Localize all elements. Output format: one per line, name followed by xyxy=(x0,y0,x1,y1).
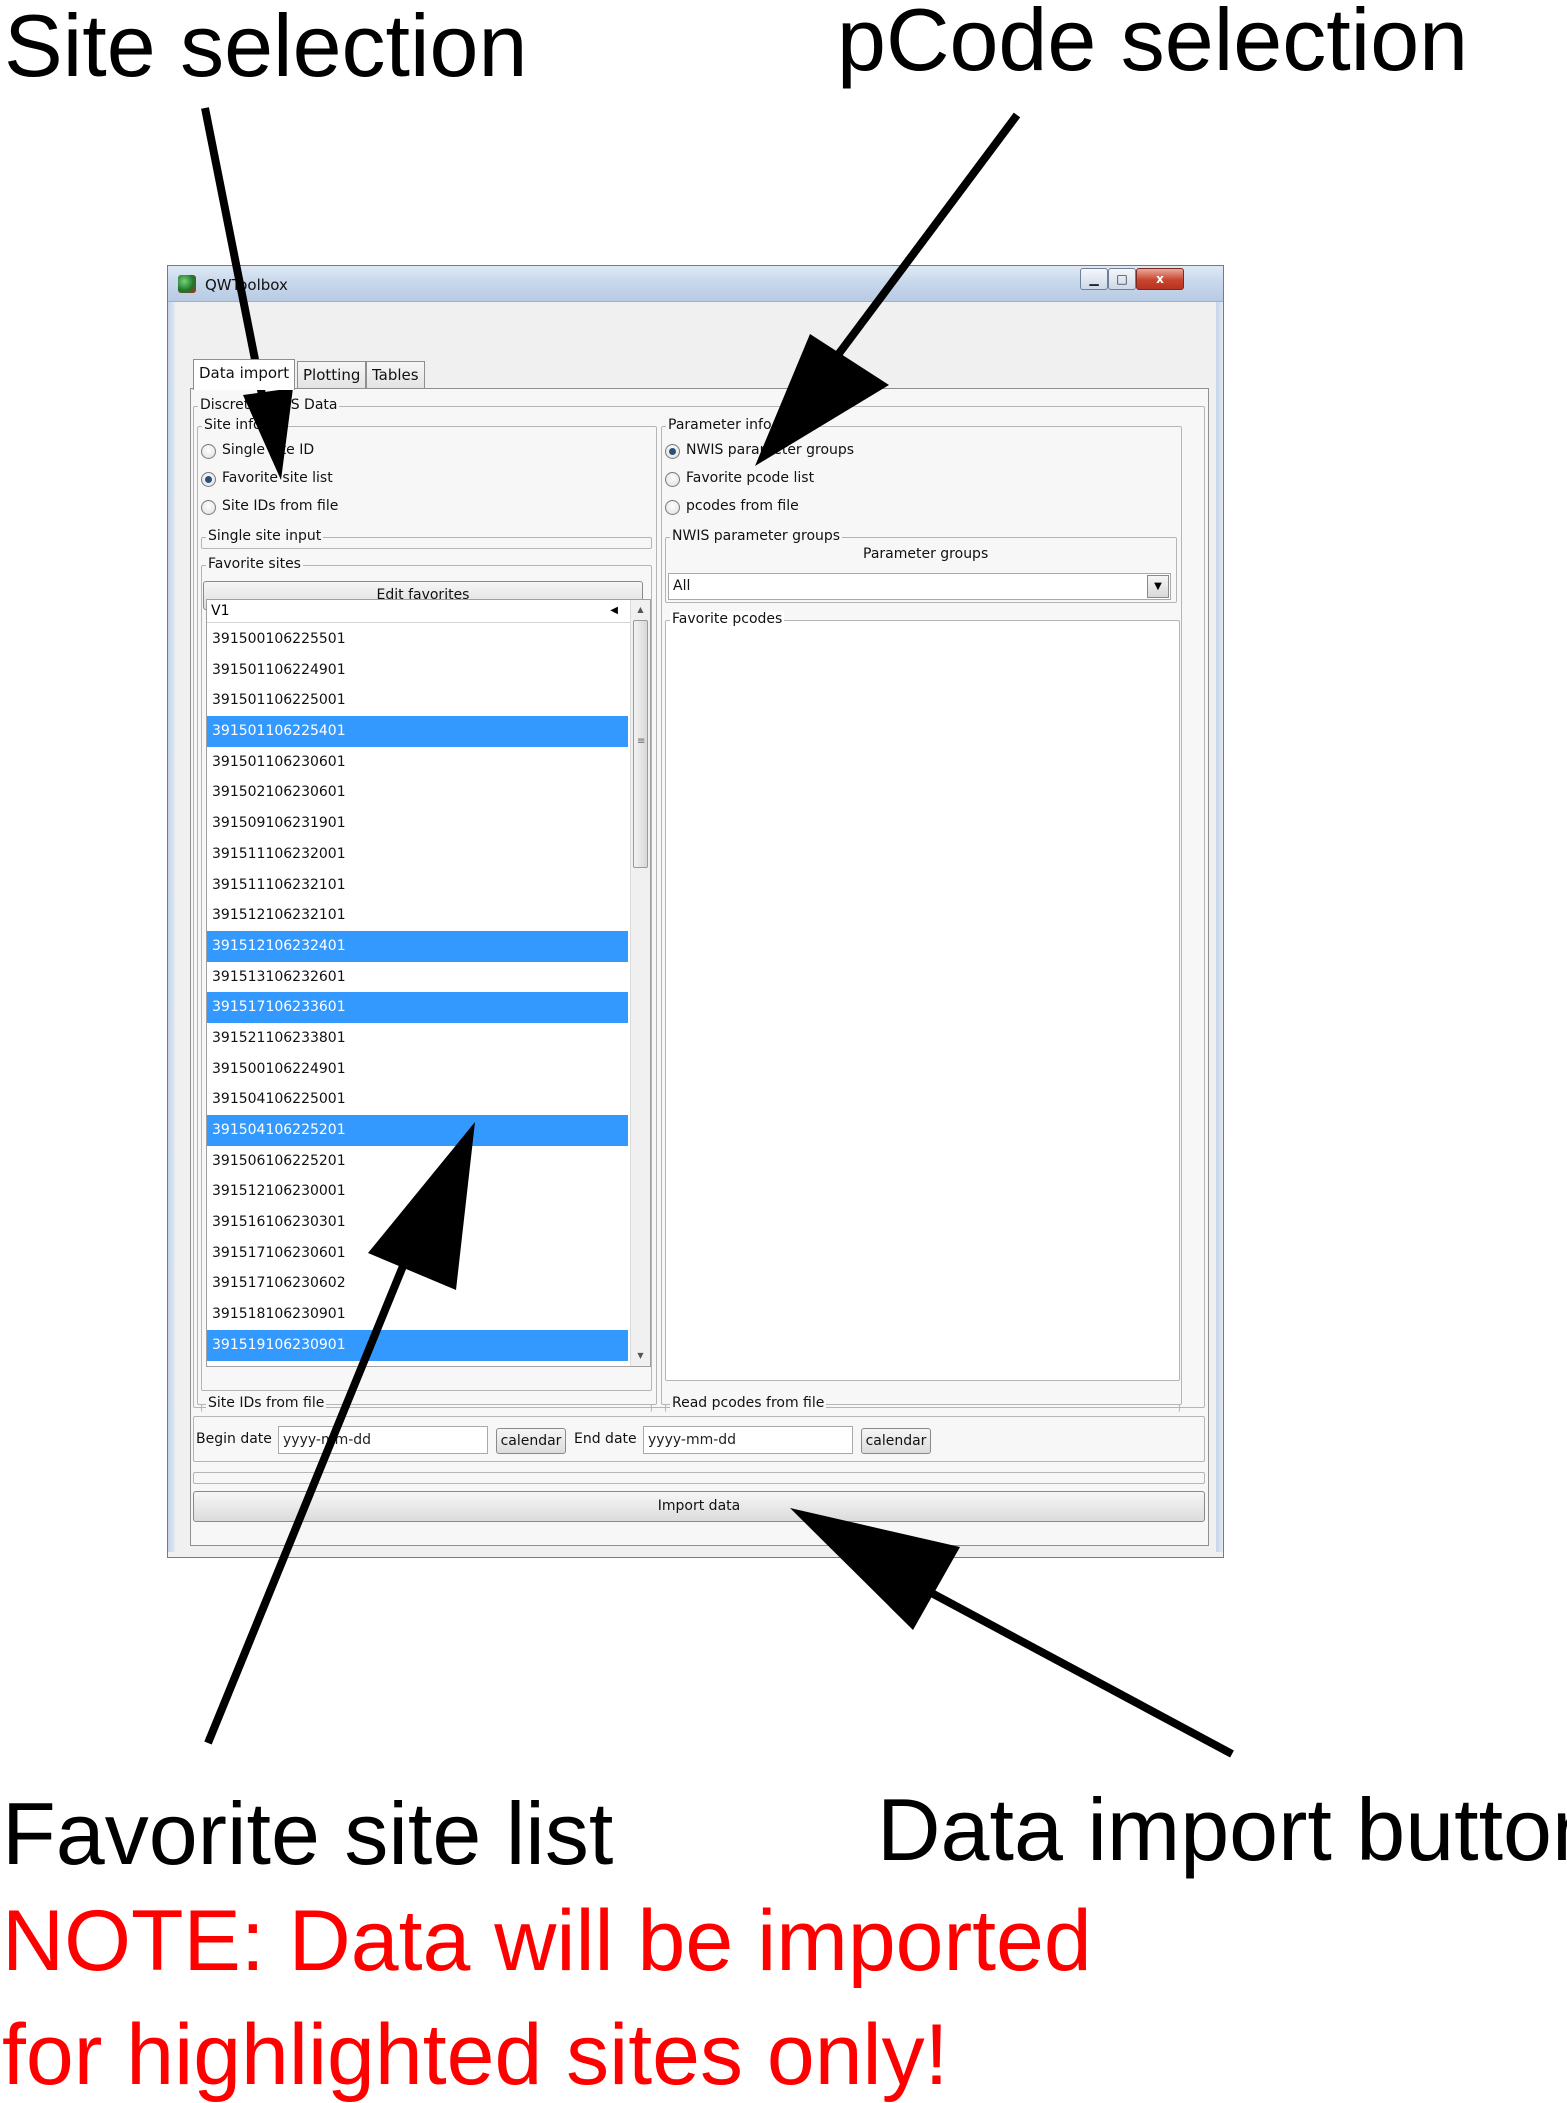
radio-favorite-pcode-list[interactable] xyxy=(665,472,680,487)
site-list-row[interactable]: 391513106232601 xyxy=(207,962,628,993)
column-header-label: V1 xyxy=(211,603,230,619)
begin-date-label: Begin date xyxy=(196,1431,272,1447)
chevron-down-icon[interactable]: ▼ xyxy=(1147,575,1169,598)
parameter-info-title: Parameter info xyxy=(666,417,774,433)
single-site-input-title: Single site input xyxy=(206,528,324,544)
site-list-row[interactable]: 391521106233801 xyxy=(207,1023,628,1054)
read-pcodes-from-file-group: Read pcodes from file xyxy=(665,1395,1180,1412)
site-list-row[interactable]: 391501106224901 xyxy=(207,655,628,686)
site-list-row[interactable]: 391501106225001 xyxy=(207,685,628,716)
site-list-row[interactable]: 391504106225201 xyxy=(207,1115,628,1146)
radio-label-site-ids-from-file[interactable]: Site IDs from file xyxy=(222,498,338,514)
site-list-row[interactable]: 391519106230901 xyxy=(207,1329,628,1361)
list-scrollbar[interactable]: ▲ ≡ ▼ xyxy=(630,600,650,1366)
separator-group xyxy=(193,1472,1205,1484)
radio-favorite-site-list[interactable] xyxy=(201,472,216,487)
window-title: QWToolbox xyxy=(205,276,288,294)
dates-group: Begin date calendar End date calendar xyxy=(193,1416,1205,1462)
callout-note-line-1: NOTE: Data will be imported xyxy=(2,1893,1092,1989)
callout-site-selection: Site selection xyxy=(4,0,528,95)
tab-plotting[interactable]: Plotting xyxy=(297,361,367,389)
tab-pane-data-import: Discrete NWIS Data Site info Single site… xyxy=(190,388,1209,1546)
sort-left-icon[interactable]: ◀ xyxy=(610,600,618,622)
site-list-row[interactable]: 391512106230001 xyxy=(207,1176,628,1207)
site-list-row[interactable]: 391517106233601 xyxy=(207,992,628,1023)
site-list-row[interactable]: 391506106225201 xyxy=(207,1146,628,1177)
site-ids-from-file-group: Site IDs from file xyxy=(201,1395,652,1412)
site-ids-from-file-title: Site IDs from file xyxy=(206,1395,327,1411)
favorite-pcodes-title: Favorite pcodes xyxy=(670,611,785,627)
scroll-thumb[interactable]: ≡ xyxy=(633,620,648,868)
parameter-info-group: Parameter info NWIS parameter groups Fav… xyxy=(661,417,1182,1412)
import-data-button[interactable]: Import data xyxy=(193,1491,1205,1522)
site-list-row[interactable]: 391509106231901 xyxy=(207,808,628,839)
site-list-row[interactable]: 391502106230601 xyxy=(207,777,628,808)
window-border-right xyxy=(1216,302,1223,1552)
parameter-groups-label: Parameter groups xyxy=(863,546,989,562)
callout-data-import-button: Data import button xyxy=(877,1780,1567,1879)
begin-calendar-button[interactable]: calendar xyxy=(496,1428,566,1454)
nwis-parameter-groups-title: NWIS parameter groups xyxy=(670,528,843,544)
tab-data-import[interactable]: Data import xyxy=(193,359,296,390)
title-bar[interactable]: QWToolbox ▁ □ x xyxy=(168,266,1223,302)
site-info-title: Site info xyxy=(202,417,264,433)
callout-favorite-site-list: Favorite site list xyxy=(2,1784,614,1883)
parameter-groups-select[interactable]: All ▼ xyxy=(668,573,1171,600)
site-list-row[interactable]: 391501106225401 xyxy=(207,716,628,747)
begin-date-input[interactable] xyxy=(278,1426,488,1454)
callout-note-line-2: for highlighted sites only! xyxy=(2,2007,949,2103)
radio-single-site-id[interactable] xyxy=(201,444,216,459)
parameter-groups-value: All xyxy=(673,578,691,594)
site-list-row[interactable]: 391511106232101 xyxy=(207,870,628,901)
end-date-label: End date xyxy=(574,1431,637,1447)
scroll-up-icon[interactable]: ▲ xyxy=(631,600,650,620)
site-list-row[interactable]: 391512106232401 xyxy=(207,930,628,962)
favorite-site-list[interactable]: V1 ◀ 391500106225501 391501106224901 39150… xyxy=(206,599,651,1367)
site-list-row[interactable]: 391500106225501 xyxy=(207,624,628,655)
radio-label-pcodes-from-file[interactable]: pcodes from file xyxy=(686,498,799,514)
site-list-row[interactable]: 391511106232001 xyxy=(207,839,628,870)
scroll-down-icon[interactable]: ▼ xyxy=(631,1346,650,1366)
callout-pcode-selection: pCode selection xyxy=(837,0,1469,89)
favorite-pcodes-group: Favorite pcodes xyxy=(665,611,1180,1381)
radio-site-ids-from-file[interactable] xyxy=(201,500,216,515)
single-site-input-group: Single site input xyxy=(201,528,652,549)
read-pcodes-from-file-title: Read pcodes from file xyxy=(670,1395,827,1411)
site-list-row[interactable]: 391501106230601 xyxy=(207,747,628,778)
radio-nwis-parameter-groups[interactable] xyxy=(665,444,680,459)
radio-label-single-site-id[interactable]: Single site ID xyxy=(222,442,314,458)
site-list-row[interactable]: 391500106224901 xyxy=(207,1054,628,1085)
radio-label-nwis-parameter-groups[interactable]: NWIS parameter groups xyxy=(686,442,854,458)
site-list-row[interactable]: 391516106230301 xyxy=(207,1207,628,1238)
favorite-sites-title: Favorite sites xyxy=(206,556,303,572)
list-column-header[interactable]: V1 ◀ xyxy=(207,600,630,623)
window-border-left xyxy=(168,302,175,1552)
maximize-button[interactable]: □ xyxy=(1108,268,1136,290)
radio-pcodes-from-file[interactable] xyxy=(665,500,680,515)
grip-icon: ≡ xyxy=(637,736,646,747)
site-list-row[interactable]: 391504106225001 xyxy=(207,1084,628,1115)
end-calendar-button[interactable]: calendar xyxy=(861,1428,931,1454)
nwis-parameter-groups-group: NWIS parameter groups Parameter groups A… xyxy=(665,528,1177,603)
discrete-nwis-data-title: Discrete NWIS Data xyxy=(198,397,340,413)
close-button[interactable]: x xyxy=(1136,268,1184,290)
site-list-row[interactable]: 391517106230601 xyxy=(207,1238,628,1269)
radio-label-favorite-site-list[interactable]: Favorite site list xyxy=(222,470,333,486)
tab-tables[interactable]: Tables xyxy=(366,361,425,389)
minimize-button[interactable]: ▁ xyxy=(1080,268,1108,290)
end-date-input[interactable] xyxy=(643,1426,853,1454)
site-list-rows: 391500106225501 391501106224901 3915011062… xyxy=(207,624,628,1361)
radio-label-favorite-pcode-list[interactable]: Favorite pcode list xyxy=(686,470,814,486)
site-list-row[interactable]: 391518106230901 xyxy=(207,1299,628,1330)
app-icon xyxy=(178,275,196,293)
client-area: Data import Plotting Tables Discrete NWI… xyxy=(176,302,1214,1552)
site-list-row[interactable]: 391517106230602 xyxy=(207,1268,628,1299)
site-list-row[interactable]: 391512106232101 xyxy=(207,900,628,931)
app-window: QWToolbox ▁ □ x Data import Plotting Tab… xyxy=(167,265,1224,1558)
